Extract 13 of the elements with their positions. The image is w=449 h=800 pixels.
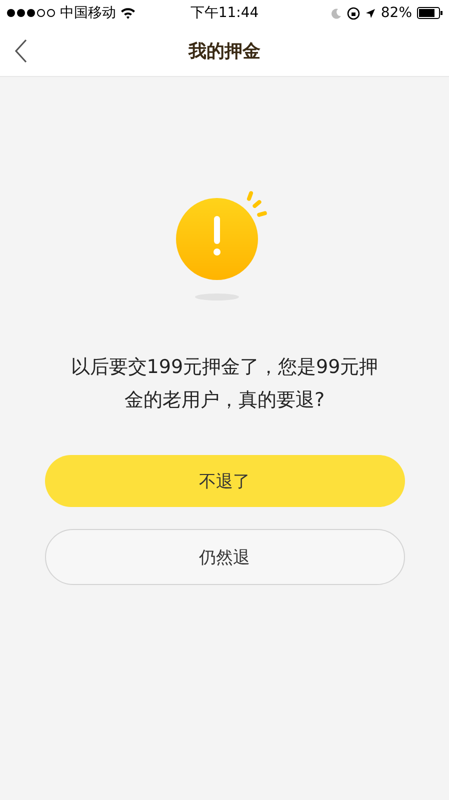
page-title: 我的押金 xyxy=(188,40,260,63)
location-icon xyxy=(364,8,376,18)
battery-percent: 82% xyxy=(380,5,412,21)
wifi-icon xyxy=(120,7,136,19)
battery-icon xyxy=(417,7,443,19)
status-time: 下午11:44 xyxy=(190,4,259,22)
keep-deposit-button[interactable]: 不退了 xyxy=(44,455,404,507)
moon-icon xyxy=(330,8,342,18)
refund-button[interactable]: 仍然退 xyxy=(44,529,404,585)
rotation-lock-icon xyxy=(346,6,360,20)
signal-icon xyxy=(6,8,56,18)
confirm-message: 以后要交199元押金了，您是99元押金的老用户，真的要退? xyxy=(70,355,380,413)
carrier-name: 中国移动 xyxy=(60,4,116,22)
